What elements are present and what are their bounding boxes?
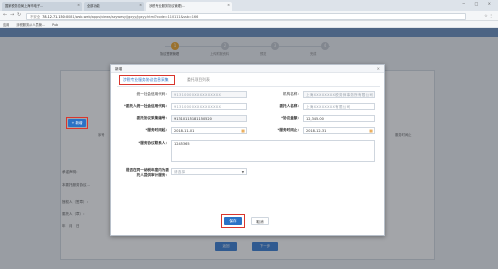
url-host: 78.12.71.150 [42,15,65,19]
org-name-field: 上海XXXXXXXX税务师事务所有限公司 [303,91,375,98]
end-date-label: *服务时间止： [277,128,301,132]
dialog-title: 新增 [115,66,123,71]
reload-icon[interactable]: ↻ [17,12,21,18]
client-name-value: 上海XXXXXXXX有限公司 [306,104,351,109]
tab-divider [117,86,380,87]
add-agreement-button[interactable]: + 新增 [68,119,86,127]
credit-code-field: 91310000XXXXXXXXXX [171,91,247,98]
browser-tab-2-title: 全部功能 [87,4,100,8]
close-icon[interactable]: × [227,3,230,7]
client-name-input[interactable]: 上海XXXXXXXX有限公司 [303,103,375,110]
tab-agreement-info[interactable]: 涉税专业服务协议信息采集 [123,77,169,83]
chevron-down-icon: ▼ [241,169,244,174]
start-date-input[interactable]: 2018-11-01 ▦ [171,127,247,134]
url-path: :8081/wsb-web/apps/views/szywesy/jgxyy/j… [64,15,199,19]
address-bar-row: ← → ↻ 不安全 78.12.71.150:8081/wsb-web/apps/… [0,11,498,21]
amount-input[interactable]: 12,345.00 [303,115,375,122]
calendar-icon[interactable]: ▦ [241,128,245,133]
bookmark-item[interactable]: Pub [52,23,58,27]
browser-tab-3[interactable]: 涉税专业服务协议管理(… × [146,2,232,11]
agreement-no-field: 91310115181150520 [171,115,247,122]
forward-icon[interactable]: → [10,12,14,18]
url-input[interactable]: 不安全 78.12.71.150:8081/wsb-web/apps/views/… [26,12,466,20]
client-code-input[interactable]: 91310000XXXXXXXXXX [171,103,247,110]
start-date-value: 2018-11-01 [174,128,195,133]
contact-value: 1245365 [174,142,190,146]
contact-textarea[interactable]: 1245365 [171,140,375,162]
browser-tab-3-title: 涉税专业服务协议管理(… [149,4,186,8]
end-date-value: 2018-12-31 [306,128,327,133]
close-icon[interactable]: × [77,3,80,7]
browser-tab-bar: 国家税务总局上海市电子… × 全部功能 × 涉税专业服务协议管理(… × − □… [0,0,498,11]
start-date-label: *服务时间起： [145,128,169,132]
audit-service-select[interactable]: 请选择 ▼ [171,168,247,175]
client-code-value: 91310000XXXXXXXXXX [174,104,222,109]
agreement-no-label: 委托协议采集编号： [136,116,169,120]
browser-tab-1[interactable]: 国家税务总局上海市电子… × [2,2,82,11]
bookmark-star-icon[interactable]: ☆ ⋮ [484,13,493,18]
bookmarks-bar: 应用 涉税服务从人员管… Pub [0,21,498,28]
close-icon[interactable]: × [139,3,142,7]
audit-service-selected: 请选择 [174,169,186,174]
audit-service-label-line2: 托人提供审计服务： [136,173,169,177]
cancel-button[interactable]: 取消 [251,217,269,225]
add-agreement-dialog: 新增 × 涉税专业服务协议信息采集 委托项目列表 统一社会信用代码： 91310… [110,64,385,236]
url-security-label: 不安全 [30,15,41,19]
browser-tab-2[interactable]: 全部功能 × [84,2,144,11]
credit-code-label: 统一社会信用代码： [136,92,169,96]
window-controls[interactable]: − □ × [462,1,495,6]
tab-entrusted-items[interactable]: 委托项目列表 [187,77,210,83]
credit-code-value: 91310000XXXXXXXXXX [174,92,222,97]
browser-tab-1-title: 国家税务总局上海市电子… [5,4,44,8]
back-icon[interactable]: ← [3,12,7,18]
bookmark-item[interactable]: 应用 [3,23,9,27]
dialog-header: 新增 × [111,65,384,73]
save-button[interactable]: 保存 [224,217,242,225]
bookmark-item[interactable]: 涉税服务从人员管… [16,23,45,27]
amount-label: *协议金额： [281,116,301,120]
org-name-label: 机构名称： [283,92,301,96]
org-name-value: 上海XXXXXXXX税务师事务所有限公司 [306,92,374,97]
client-name-label: 委托人名称： [279,104,301,108]
close-icon[interactable]: × [377,66,380,71]
calendar-icon[interactable]: ▦ [369,128,373,133]
client-code-label: *委托人统一社会信用代码： [123,104,169,108]
contact-label: *服务协议联系人： [138,141,169,145]
end-date-input[interactable]: 2018-12-31 ▦ [303,127,375,134]
